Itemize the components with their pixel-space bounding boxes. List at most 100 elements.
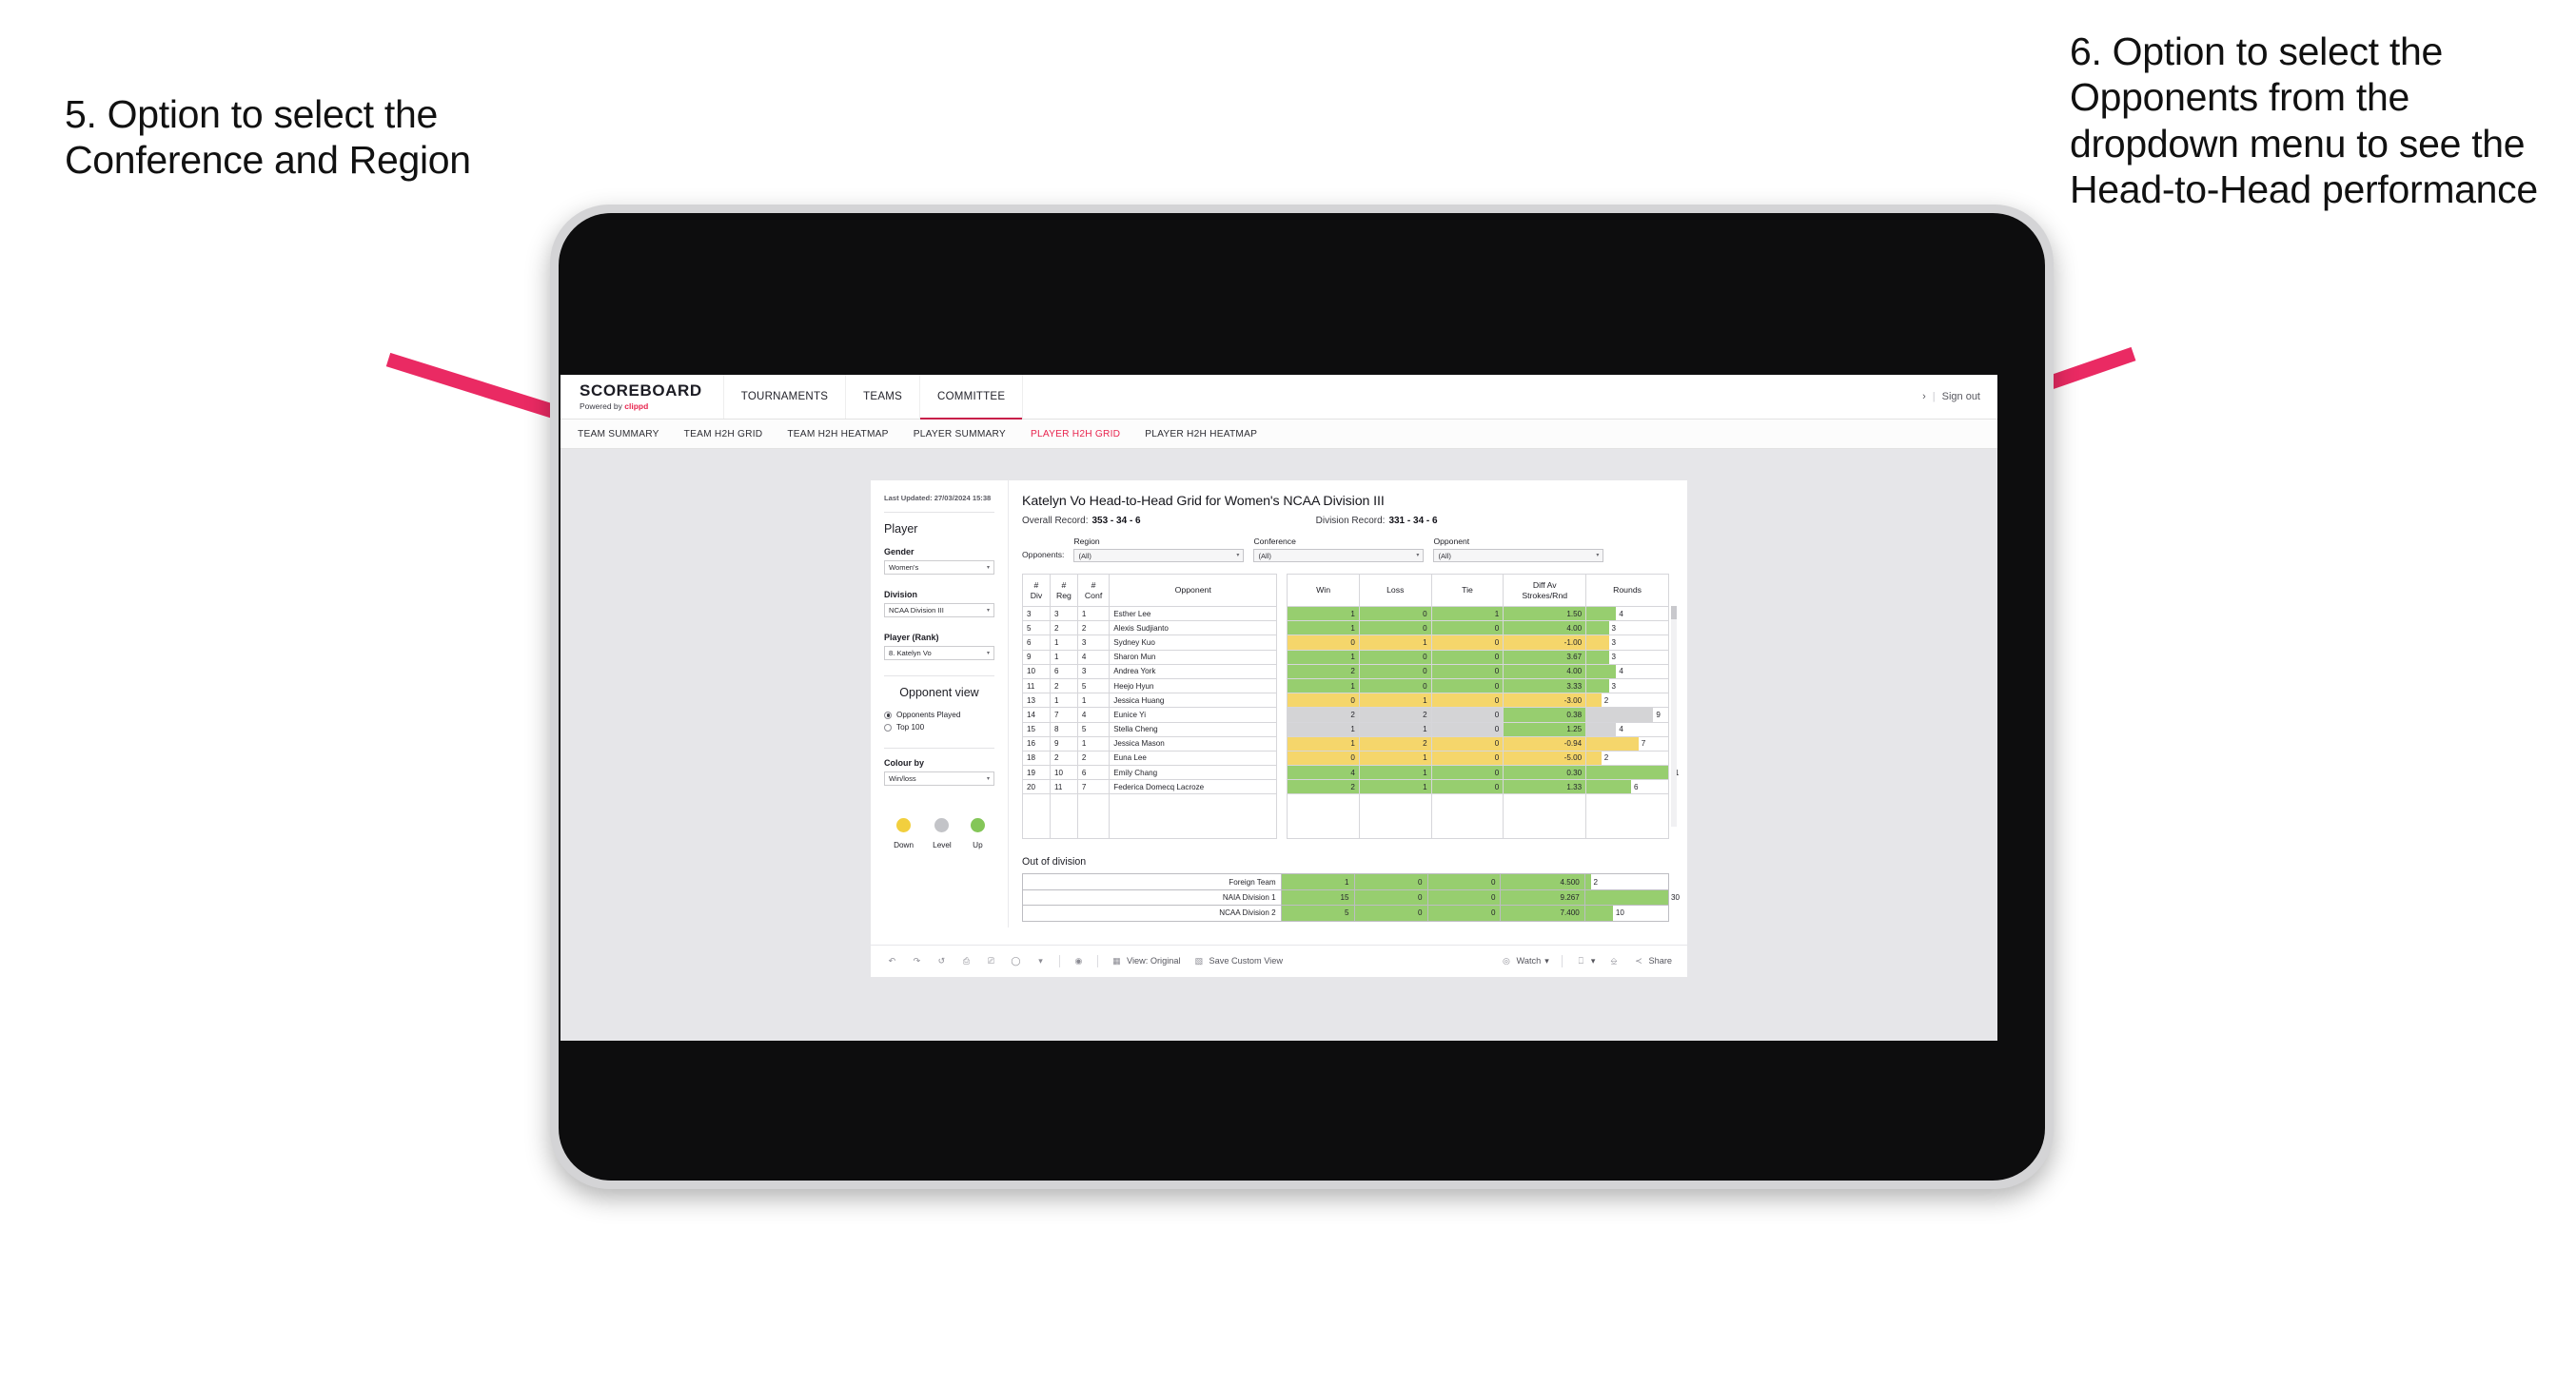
redo-icon[interactable]: ↷ [911,955,923,967]
radio-opponents-played[interactable]: Opponents Played [884,711,994,719]
save-view-icon: ▧ [1194,955,1204,966]
cell-div: 13 [1022,693,1051,709]
fullscreen-icon[interactable]: ⎒ [1607,955,1620,967]
opponents-filter-label: Opponents: [1022,550,1065,559]
scrollbar-thumb[interactable] [1671,606,1677,619]
highlight-icon[interactable]: ◉ [1072,955,1085,967]
radio-icon-selected [884,711,892,719]
chevron-down-icon[interactable]: ▾ [1034,955,1047,967]
pause-icon[interactable]: ⎚ [985,955,997,967]
player-rank-select[interactable]: 8. Katelyn Vo ▾ [884,646,994,661]
ood-label: NAIA Division 1 [1022,888,1282,907]
table-row[interactable]: 6 1 3 Sydney Kuo 0 1 0 -1.00 3 [1022,634,1669,651]
chevron-down-icon: ▾ [986,564,990,571]
tab-team-h2h-heatmap[interactable]: TEAM H2H HEATMAP [787,429,888,439]
division-select[interactable]: NCAA Division III ▾ [884,603,994,618]
out-of-division-row[interactable]: NCAA Division 2 5 0 0 7.400 10 [1022,905,1670,922]
empty-cell [1358,793,1432,840]
table-row[interactable]: 15 8 5 Stella Cheng 1 1 0 1.25 4 [1022,721,1669,737]
filter-opponent-select[interactable]: (All) ▾ [1433,549,1604,562]
table-row[interactable]: 9 1 4 Sharon Mun 1 0 0 3.67 3 [1022,649,1669,665]
revert-icon[interactable]: ↺ [935,955,948,967]
rounds-bar [1586,693,1602,708]
filter-region-select[interactable]: (All) ▾ [1073,549,1245,562]
rounds-value: 7 [1641,739,1646,749]
toolbar-divider-2 [1097,954,1098,967]
chevron-down-icon: ▾ [1544,955,1549,966]
cell-conf: 2 [1076,620,1111,636]
cell-opponent: Eunice Yi [1109,707,1278,723]
refresh-icon[interactable]: ⎙ [960,955,973,967]
cell-rounds: 4 [1585,605,1669,622]
brand-logo[interactable]: SCOREBOARD Powered by clippd [560,375,724,419]
nav-item-teams[interactable]: TEAMS [846,375,921,419]
cell-loss: 1 [1358,634,1432,651]
chevron-right-icon[interactable]: › [1922,391,1926,402]
ood-diff: 9.267 [1500,888,1585,907]
gender-select[interactable]: Women's ▾ [884,560,994,576]
save-custom-view-button[interactable]: ▧ Save Custom View [1193,955,1283,967]
cell-tie: 0 [1430,634,1504,651]
visualization-main: Katelyn Vo Head-to-Head Grid for Women's… [1009,480,1687,927]
table-row[interactable]: 5 2 2 Alexis Sudjianto 1 0 0 4.00 3 [1022,620,1669,636]
opponent-filters: Opponents: Region (All) ▾ Conference (Al… [1022,537,1672,562]
table-vertical-scrollbar[interactable] [1671,606,1677,827]
colour-by-select[interactable]: Win/loss ▾ [884,771,994,787]
download-icon: ⎕ [1578,955,1584,966]
watch-button[interactable]: ◎ Watch ▾ [1501,955,1549,967]
filter-region: Region (All) ▾ [1073,537,1245,562]
tab-player-h2h-grid[interactable]: PLAYER H2H GRID [1031,429,1120,439]
view-original-button[interactable]: ▦ View: Original [1111,955,1180,967]
chevron-down-icon: ▾ [986,775,990,782]
radio-top-100[interactable]: Top 100 [884,723,994,732]
filter-region-label: Region [1073,537,1100,546]
table-row[interactable]: 20 11 7 Federica Domecq Lacroze 2 1 0 1.33 6 [1022,779,1669,795]
filter-conference-select[interactable]: (All) ▾ [1253,549,1425,562]
cell-div: 16 [1022,735,1051,752]
table-row[interactable]: 11 2 5 Heejo Hyun 1 0 0 3.33 3 [1022,677,1669,694]
cell-conf: 4 [1076,707,1111,723]
page-title: Katelyn Vo Head-to-Head Grid for Women's… [1022,494,1385,509]
filter-shape-icon[interactable]: ◯ [1010,955,1022,967]
sign-out-link[interactable]: Sign out [1942,391,1980,402]
tab-team-summary[interactable]: TEAM SUMMARY [578,429,659,439]
cell-diff: -3.00 [1503,693,1587,709]
download-button[interactable]: ⎕ ▾ [1575,955,1596,967]
cell-tie: 1 [1430,605,1504,622]
cell-diff: 1.25 [1503,721,1587,737]
tab-player-h2h-heatmap[interactable]: PLAYER H2H HEATMAP [1145,429,1257,439]
nav-item-committee[interactable]: COMMITTEE [920,375,1024,420]
filter-conference-label: Conference [1253,537,1296,546]
out-of-division-row[interactable]: NAIA Division 1 15 0 0 9.267 30 [1022,888,1680,907]
legend-dot-level [934,818,950,833]
cell-rounds: 4 [1585,663,1669,679]
cell-win: 2 [1287,663,1360,679]
cell-spacer [1277,722,1288,736]
cell-loss: 0 [1358,605,1432,622]
table-row[interactable]: 19106Emily Chang4100.3011 [1022,765,1679,781]
empty-cell [1109,793,1278,840]
cell-win: 1 [1287,735,1360,752]
table-row[interactable]: 10 6 3 Andrea York 2 0 0 4.00 4 [1022,663,1669,679]
rounds-bar [1586,650,1609,664]
table-row[interactable]: 18 2 2 Euna Lee 0 1 0 -5.00 2 [1022,750,1669,767]
nav-item-tournaments[interactable]: TOURNAMENTS [724,375,847,419]
table-row[interactable]: 14 7 4 Eunice Yi 2 2 0 0.38 9 [1022,707,1669,723]
chevron-down-icon: ▾ [1416,553,1420,558]
tab-team-h2h-grid[interactable]: TEAM H2H GRID [684,429,763,439]
cell-rounds: 3 [1585,620,1669,636]
cell-spacer [1277,780,1288,794]
table-row[interactable]: 3 3 1 Esther Lee 1 0 1 1.50 4 [1022,605,1669,622]
ood-loss: 0 [1353,905,1428,922]
table-row[interactable]: 16 9 1 Jessica Mason 1 2 0 -0.94 7 [1022,735,1669,752]
tab-player-summary[interactable]: PLAYER SUMMARY [914,429,1006,439]
cell-conf: 3 [1076,663,1111,679]
cell-conf: 1 [1076,693,1111,709]
table-row[interactable]: 13 1 1 Jessica Huang 0 1 0 -3.00 2 [1022,693,1669,709]
undo-icon[interactable]: ↶ [886,955,898,967]
cell-loss: 2 [1358,707,1432,723]
out-of-division-row[interactable]: Foreign Team 1 0 0 4.500 2 [1022,873,1670,890]
ood-tie: 0 [1426,873,1502,890]
cell-win: 0 [1287,693,1360,709]
share-button[interactable]: ≺ Share [1632,955,1672,967]
